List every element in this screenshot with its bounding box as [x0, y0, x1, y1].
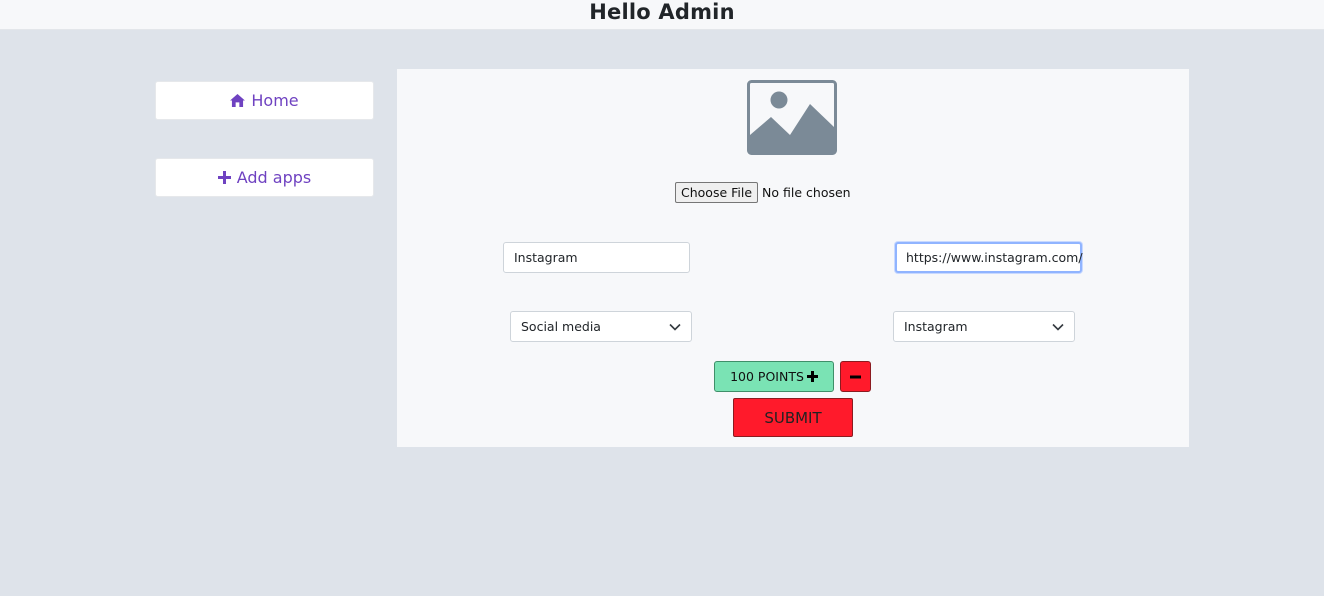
plus-icon	[806, 371, 818, 382]
plus-icon	[217, 171, 231, 184]
app-name-value: Instagram	[514, 250, 578, 265]
sidebar-item-label: Add apps	[236, 168, 312, 187]
home-icon	[230, 94, 246, 107]
subtract-points-button[interactable]	[840, 361, 871, 392]
sidebar-item-home[interactable]: Home	[155, 81, 374, 120]
add-app-form-panel: Choose File No file chosen Instagram htt…	[397, 69, 1189, 447]
app-name-input[interactable]: Instagram	[503, 242, 690, 273]
app-url-input[interactable]: https://www.instagram.com/	[895, 242, 1083, 273]
points-label: 100 POINTS	[730, 369, 804, 384]
page-title: Hello Admin	[589, 0, 735, 24]
submit-button[interactable]: SUBMIT	[733, 398, 853, 437]
category-selected-value: Social media	[521, 319, 601, 334]
choose-file-button[interactable]: Choose File	[675, 182, 759, 203]
add-points-button[interactable]: 100 POINTS	[714, 361, 834, 392]
top-header: Hello Admin	[0, 0, 1324, 30]
platform-selected-value: Instagram	[904, 319, 968, 334]
file-status-text: No file chosen	[762, 185, 851, 200]
category-select[interactable]: Social media	[510, 311, 692, 342]
sidebar-item-label: Home	[251, 91, 299, 110]
sidebar-item-add-apps[interactable]: Add apps	[155, 158, 374, 197]
app-url-value: https://www.instagram.com/	[906, 250, 1083, 265]
image-placeholder-icon	[747, 80, 837, 155]
chevron-down-icon	[1052, 323, 1064, 331]
platform-select[interactable]: Instagram	[893, 311, 1075, 342]
minus-icon	[850, 375, 861, 379]
chevron-down-icon	[669, 323, 681, 331]
file-upload[interactable]: Choose File No file chosen	[675, 182, 851, 203]
